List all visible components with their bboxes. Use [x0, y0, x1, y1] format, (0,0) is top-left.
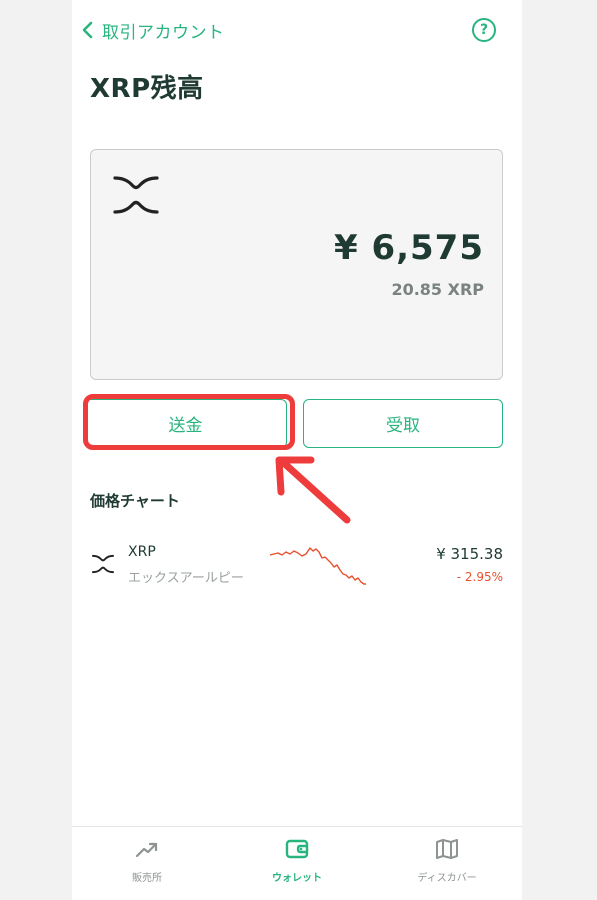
fiat-balance: ¥ 6,575	[333, 228, 484, 268]
back-button-label: 取引アカウント	[102, 22, 225, 43]
wallet-icon	[285, 839, 309, 859]
tab-label: ウォレット	[272, 873, 322, 884]
price-change: - 2.95%	[456, 570, 503, 584]
tab-label: 販売所	[132, 873, 162, 884]
navigation-header: 取引アカウント ?	[72, 12, 522, 48]
trending-up-icon	[135, 842, 158, 858]
xrp-logo-icon	[113, 176, 159, 214]
tab-discover[interactable]: ディスカバー	[372, 827, 522, 900]
coin-price: ¥ 315.38	[436, 545, 503, 563]
coin-symbol: XRP	[128, 544, 156, 560]
back-button[interactable]: 取引アカウント	[78, 16, 225, 44]
balance-card: ¥ 6,575 20.85 XRP	[90, 149, 503, 380]
coin-name: エックスアールピー	[128, 571, 244, 586]
map-icon	[436, 839, 458, 859]
bottom-tab-bar: 販売所 ウォレット ディスカバー	[72, 826, 522, 900]
tab-wallet[interactable]: ウォレット	[222, 827, 372, 900]
section-title: 価格チャート	[90, 492, 180, 510]
crypto-balance: 20.85 XRP	[391, 280, 484, 299]
page-title: XRP残高	[90, 74, 204, 104]
chevron-left-icon	[82, 21, 93, 39]
list-item[interactable]: XRP エックスアールピー ¥ 315.38 - 2.95%	[72, 540, 522, 592]
tab-exchange[interactable]: 販売所	[72, 827, 222, 900]
receive-button[interactable]: 受取	[303, 399, 503, 448]
help-icon[interactable]: ?	[472, 18, 496, 42]
phone-screen: 取引アカウント ? XRP残高 ¥ 6,575 20.85 XRP 送金 受取 …	[72, 0, 522, 900]
send-button[interactable]: 送金	[84, 399, 287, 448]
tab-label: ディスカバー	[417, 873, 477, 884]
pointer-arrow-icon	[275, 456, 351, 524]
xrp-logo-icon	[92, 554, 114, 574]
sparkline-chart	[270, 547, 366, 585]
